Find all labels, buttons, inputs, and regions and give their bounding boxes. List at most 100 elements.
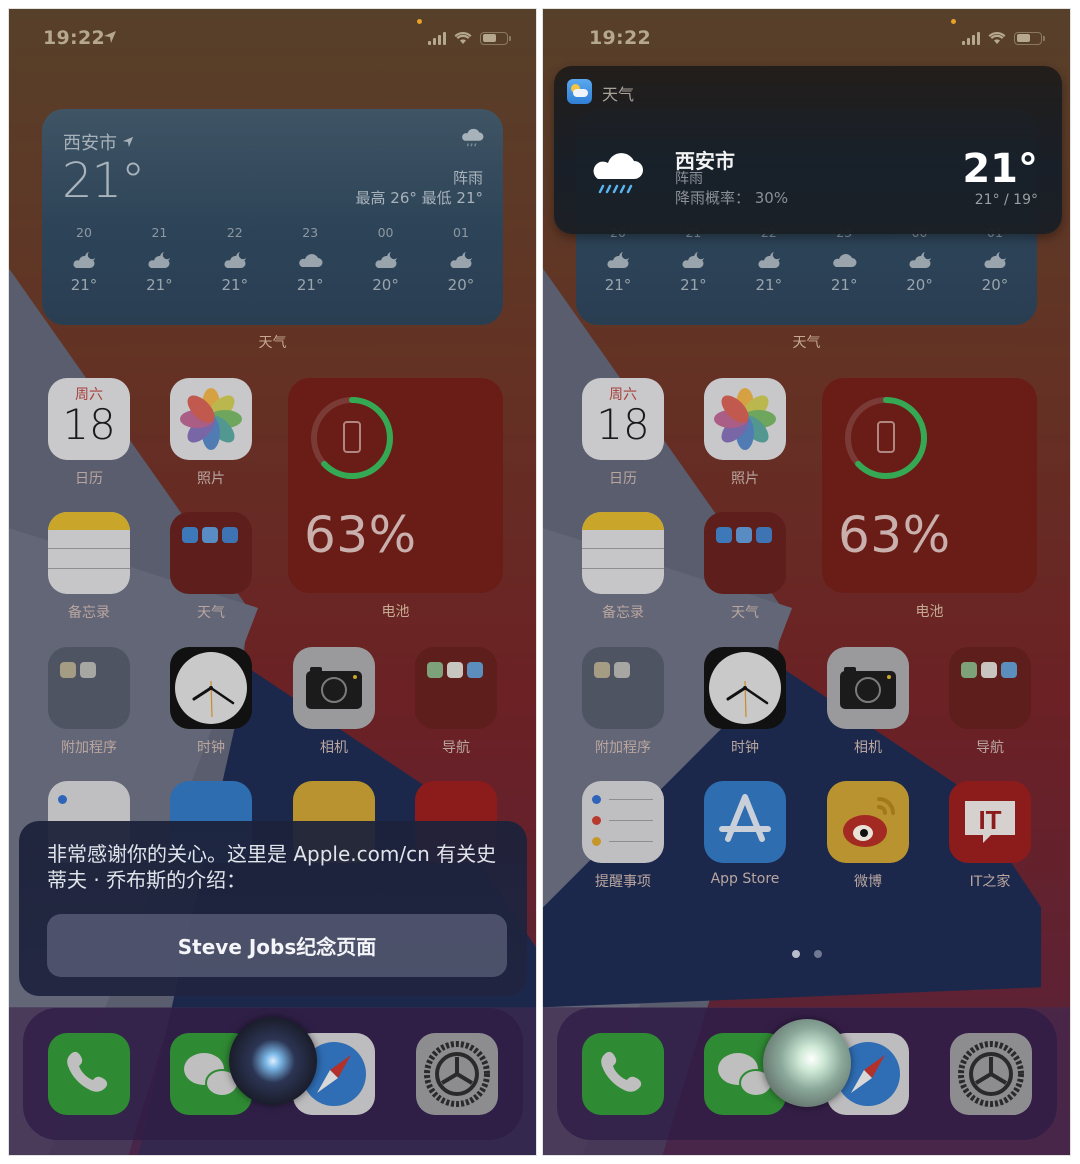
folder-icon [582, 647, 664, 729]
app-label: 微博 [854, 874, 882, 890]
app-camera[interactable]: 相机 [293, 647, 375, 757]
app-app-store[interactable]: App Store [704, 781, 786, 887]
svg-text:IT: IT [978, 805, 1001, 835]
hourly-forecast: 2021° 2121° 2221° 2321° 0020° 0120° [54, 225, 491, 294]
dock-app-phone[interactable] [582, 1033, 664, 1115]
app-calendar[interactable]: 周六 18 日历 [582, 378, 664, 488]
app-reminders[interactable]: 提醒事项 [582, 781, 664, 891]
weather-widget[interactable]: 西安市 21° 阵雨 最高 26° 最低 21° 20 21° 21 21° 22 2… [42, 109, 503, 325]
app-calendar[interactable]: 周六 18 日历 [48, 378, 130, 488]
hourly-item: 0020° [890, 225, 950, 294]
dock-app-settings[interactable] [416, 1033, 498, 1115]
hour-temp: 21° [755, 276, 783, 294]
battery-widget[interactable]: 63% [288, 378, 503, 593]
calendar-day: 18 [62, 400, 116, 449]
hour-temp: 20° [906, 276, 933, 294]
hourly-item: 2321° [814, 225, 874, 294]
app-clock[interactable]: 时钟 [704, 647, 786, 757]
battery-widget-label: 电池 [915, 604, 944, 620]
dock-app-phone[interactable] [48, 1033, 130, 1115]
folder-navigation[interactable]: 导航 [415, 647, 497, 757]
partly-cloudy-night-icon [145, 250, 173, 270]
folder-utilities[interactable]: 附加程序 [48, 647, 130, 757]
hour-label: 00 [377, 225, 394, 240]
partly-cloudy-night-icon [755, 250, 783, 270]
status-time: 19:22 [589, 27, 651, 49]
hourly-item: 2121° [663, 225, 723, 294]
siri-orb-icon[interactable] [229, 1017, 317, 1105]
app-weibo[interactable]: 微博 [827, 781, 909, 891]
snippet-rain-chance: 降雨概率： 30% [675, 189, 789, 207]
hourly-item: 2021° [588, 225, 648, 294]
battery-status-icon [1014, 31, 1045, 45]
app-label: 附加程序 [61, 740, 117, 756]
folder-icon [704, 512, 786, 594]
folder-navigation[interactable]: 导航 [949, 647, 1031, 757]
app-photos[interactable]: 照片 [170, 378, 252, 488]
page-indicator[interactable] [543, 950, 1070, 958]
iphone-icon [343, 421, 361, 453]
dock-app-settings[interactable] [950, 1033, 1032, 1115]
app-label: 相机 [320, 740, 348, 756]
app-label: 照片 [197, 471, 225, 487]
folder-weather[interactable]: 天气 [170, 512, 252, 622]
rain-cloud-icon [462, 128, 484, 147]
app-label: 备忘录 [68, 605, 110, 621]
app-label: 备忘录 [602, 605, 644, 621]
weather-city-name: 西安市 [63, 133, 117, 154]
weather-city: 西安市 [63, 129, 134, 155]
app-label: 日历 [609, 471, 637, 487]
hour-temp: 20° [981, 276, 1009, 294]
app-label: 相机 [854, 740, 882, 756]
app-label: 天气 [731, 605, 759, 621]
phone-screen-siri-response: 19:22 西安市 21° 阵雨 最高 26° 最低 21° 20 21° 21 2… [8, 8, 537, 1156]
folder-weather[interactable]: 天气 [704, 512, 786, 622]
siri-orb-icon[interactable] [763, 1019, 851, 1107]
app-label: 导航 [976, 740, 1004, 756]
weather-app-icon [567, 79, 592, 104]
app-label: 时钟 [731, 740, 759, 756]
app-label: 照片 [731, 471, 759, 487]
battery-widget[interactable]: 63% [822, 378, 1037, 593]
app-photos[interactable]: 照片 [704, 378, 786, 488]
page-dot[interactable] [813, 950, 822, 958]
weibo-icon [827, 781, 909, 863]
page-dot-active[interactable] [791, 950, 800, 958]
folder-utilities[interactable]: 附加程序 [582, 647, 664, 757]
app-camera[interactable]: 相机 [827, 647, 909, 757]
weather-widget-label: 天气 [258, 335, 287, 351]
calendar-day: 18 [596, 400, 650, 449]
app-notes[interactable]: 备忘录 [582, 512, 664, 622]
hourly-forecast: 2021° 2121° 2221° 2321° 0020° 0120° [588, 225, 1025, 294]
siri-weather-snippet[interactable]: 天气 西安市 阵雨 降雨概率： 30% 21° 21° / 19° [554, 66, 1062, 234]
app-label: IT之家 [969, 874, 1011, 890]
hour-temp: 21° [221, 276, 249, 294]
hour-label: 22 [226, 225, 243, 240]
calendar-icon: 周六 18 [48, 378, 130, 460]
partly-cloudy-night-icon [221, 250, 249, 270]
hourly-item: 2221° [739, 225, 799, 294]
partly-cloudy-night-icon [604, 250, 632, 270]
folder-icon [415, 647, 497, 729]
app-notes[interactable]: 备忘录 [48, 512, 130, 622]
app-clock[interactable]: 时钟 [170, 647, 252, 757]
hour-label: 20 [76, 225, 92, 240]
weather-high-low: 最高 26° 最低 21° [355, 189, 483, 207]
hour-temp: 21° [146, 276, 173, 294]
location-arrow-icon [122, 136, 134, 148]
app-label: 天气 [197, 605, 225, 621]
wifi-icon [454, 31, 472, 44]
app-ithome[interactable]: IT IT之家 [949, 781, 1031, 891]
partly-cloudy-night-icon [372, 250, 400, 270]
phone-icon [48, 1033, 130, 1115]
hour-temp: 20° [447, 276, 475, 294]
calendar-icon: 周六 18 [582, 378, 664, 460]
weather-current-temp: 21° [62, 153, 145, 209]
privacy-indicator-dot [951, 19, 956, 24]
hourly-item: 2321° [280, 225, 340, 294]
steve-jobs-memorial-button[interactable]: Steve Jobs纪念页面 [47, 914, 507, 977]
hourly-item: 0120° [965, 225, 1025, 294]
app-label: 时钟 [197, 740, 225, 756]
folder-icon [48, 647, 130, 729]
location-arrow-icon [103, 30, 117, 44]
